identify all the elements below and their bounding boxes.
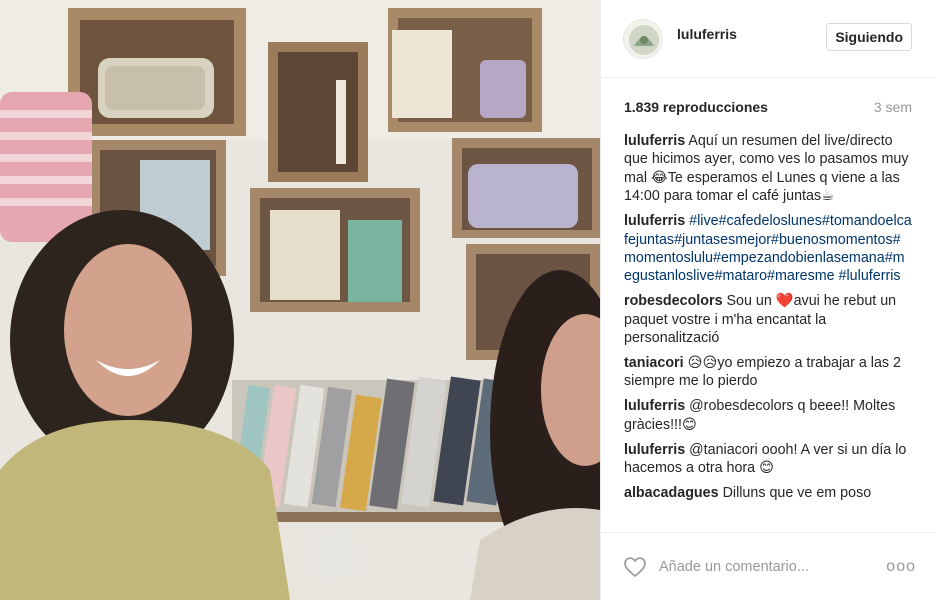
post-sidebar: luluferris Siguiendo 1.839 reproduccione… (600, 0, 936, 600)
comment-username[interactable]: luluferris (624, 213, 685, 229)
caption: luluferris Aquí un resumen del live/dire… (624, 132, 912, 206)
crate-right-middle (452, 138, 600, 238)
comment-bar: ooo (601, 532, 936, 600)
comment-item: robesdecolors Sou un ❤️avui he rebut un … (624, 292, 912, 347)
add-comment-input[interactable] (659, 558, 887, 575)
avatar-image (624, 19, 662, 58)
post-age[interactable]: 3 sem (874, 99, 912, 115)
comment-username[interactable]: taniacori (624, 355, 684, 371)
comment-username[interactable]: luluferris (624, 133, 685, 149)
post-stats: 1.839 reproducciones 3 sem (601, 78, 936, 136)
comment-username[interactable]: luluferris (624, 398, 685, 414)
view-count[interactable]: 1.839 reproducciones (624, 99, 768, 115)
comment-text: Dilluns que ve em poso (722, 484, 872, 501)
comment-item: luluferris #live#cafedeloslunes#tomandoe… (624, 212, 912, 286)
post-author-username[interactable]: luluferris (677, 26, 826, 42)
avatar[interactable] (623, 18, 663, 59)
comment-item: albacadagues Dilluns que ve em poso (624, 484, 912, 502)
comment-username[interactable]: luluferris (624, 442, 685, 458)
heart-icon[interactable] (623, 555, 647, 579)
comment-username[interactable]: albacadagues (624, 485, 719, 501)
striped-shirt (0, 92, 92, 242)
video-player[interactable] (0, 0, 600, 600)
comment-item: taniacori 😥😥yo empiezo a trabajar a las … (624, 354, 912, 391)
comment-item: luluferris @taniacori oooh! A ver si un … (624, 441, 912, 478)
following-button[interactable]: Siguiendo (826, 22, 912, 51)
crate-center (250, 188, 420, 312)
more-options-icon[interactable]: ooo (886, 558, 916, 576)
comment-list[interactable]: luluferris Aquí un resumen del live/dire… (601, 132, 936, 532)
crate-top-right (388, 8, 542, 132)
comment-username[interactable]: robesdecolors (624, 293, 723, 309)
post-header: luluferris Siguiendo (601, 0, 936, 78)
video-frame (0, 0, 600, 600)
fabric-rolls (231, 376, 532, 520)
crate-top-middle (268, 42, 368, 182)
crate-top-left (68, 8, 246, 136)
comment-item: luluferris @robesdecolors q beee!! Molte… (624, 397, 912, 434)
